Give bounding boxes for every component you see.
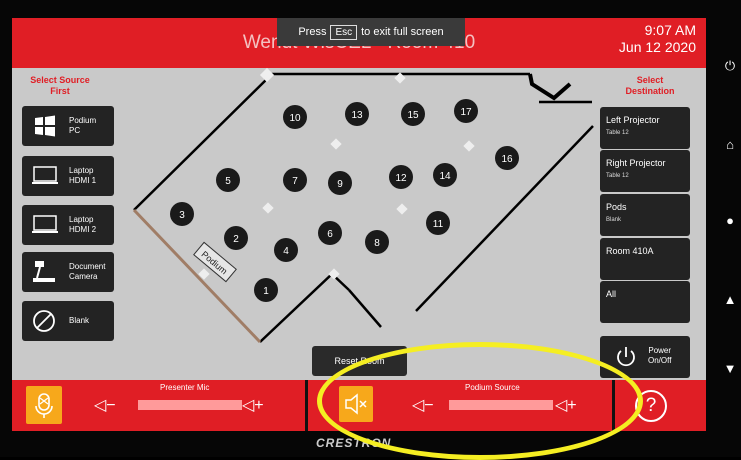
table-2: 2 (224, 226, 248, 250)
table-16: 16 (495, 146, 519, 170)
table-number: 8 (374, 238, 380, 249)
table-8: 8 (365, 230, 389, 254)
column-marker (259, 67, 275, 83)
mic-mute-button[interactable] (26, 386, 62, 424)
table-9: 9 (328, 171, 352, 195)
power-hardkey-icon[interactable]: ⏻ (723, 59, 737, 73)
mic-volume-down-button[interactable]: ◁− (94, 395, 116, 415)
table-number: 2 (233, 234, 239, 245)
table-number: 13 (351, 110, 363, 121)
table-number: 5 (225, 176, 231, 187)
presenter-mic-panel: Presenter Mic ◁− ◁+ (12, 380, 305, 431)
table-6: 6 (318, 221, 342, 245)
home-hardkey-icon[interactable]: ⌂ (723, 138, 737, 152)
down-hardkey-icon[interactable]: ▼ (723, 362, 737, 376)
table-number: 16 (501, 154, 513, 165)
table-number: 6 (327, 229, 333, 240)
lightbulb-hardkey-icon[interactable]: ● (723, 214, 737, 228)
mic-volume-up-button[interactable]: ◁+ (242, 395, 264, 415)
table-number: 3 (179, 210, 185, 221)
table-number: 9 (337, 179, 343, 190)
column-marker (330, 138, 342, 150)
table-number: 15 (407, 110, 419, 121)
presenter-mic-label: Presenter Mic (160, 383, 210, 392)
column-marker (396, 203, 408, 215)
table-7: 7 (283, 168, 307, 192)
table-10: 10 (283, 105, 307, 129)
table-number: 17 (460, 107, 472, 118)
microphone-muted-icon (35, 393, 53, 418)
table-12: 12 (389, 165, 413, 189)
table-number: 1 (263, 286, 269, 297)
table-number: 14 (439, 171, 451, 182)
mic-volume-slider[interactable] (138, 400, 242, 410)
table-1: 1 (254, 278, 278, 302)
table-14: 14 (433, 163, 457, 187)
room-wall-lower-middle (348, 289, 382, 328)
table-number: 11 (433, 219, 444, 230)
highlight-annotation-circle (317, 342, 643, 460)
column-marker (463, 140, 475, 152)
column-marker (262, 202, 274, 214)
table-number: 4 (283, 246, 289, 257)
room-corner-marker (528, 73, 572, 101)
table-17: 17 (454, 99, 478, 123)
table-4: 4 (274, 238, 298, 262)
table-number: 7 (292, 176, 298, 187)
table-13: 13 (345, 102, 369, 126)
table-5: 5 (216, 168, 240, 192)
table-3: 3 (170, 202, 194, 226)
table-number: 12 (395, 173, 407, 184)
table-15: 15 (401, 102, 425, 126)
up-hardkey-icon[interactable]: ▲ (723, 293, 737, 307)
table-number: 10 (289, 113, 301, 124)
table-11: 11 (426, 211, 450, 235)
